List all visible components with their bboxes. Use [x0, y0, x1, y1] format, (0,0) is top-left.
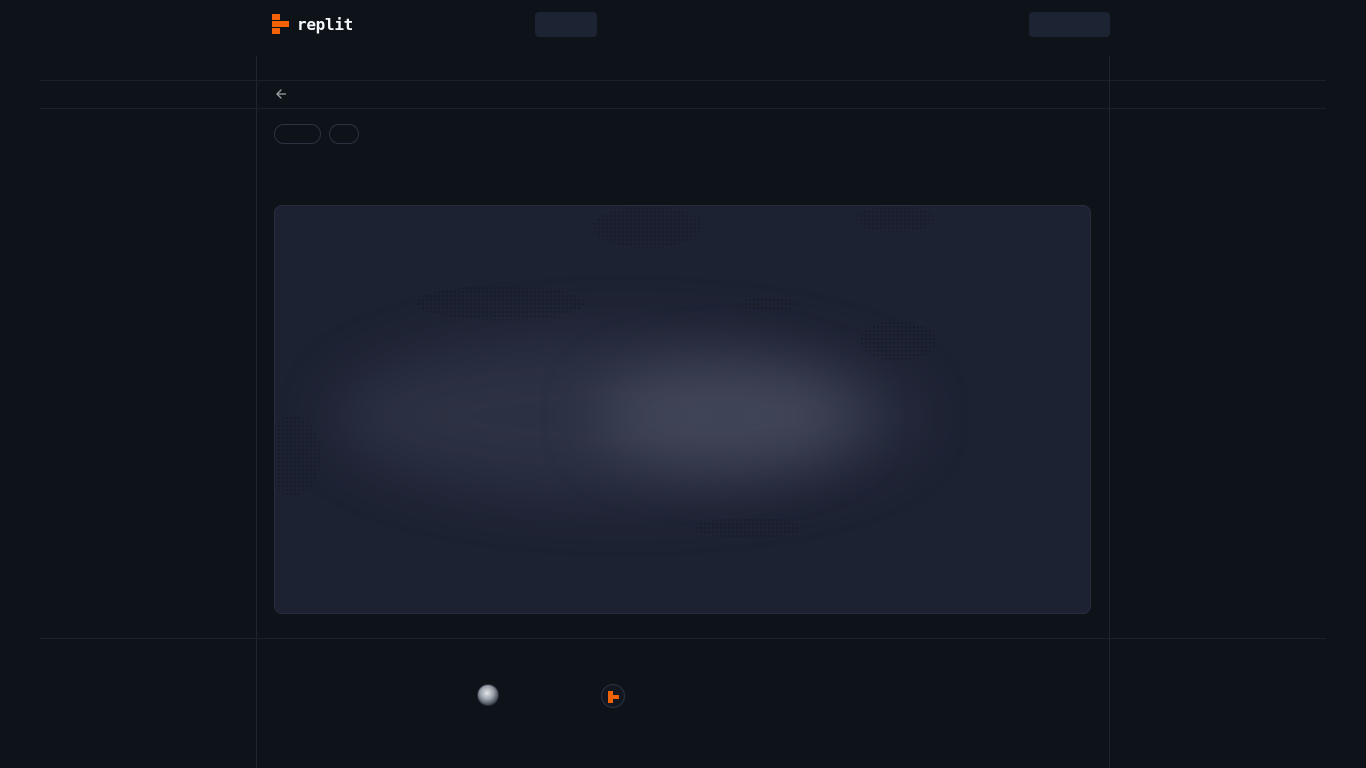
cover-pattern	[275, 416, 321, 496]
replit-logo-icon	[608, 691, 619, 703]
cover-glow	[595, 366, 855, 466]
grid-line-right	[1109, 56, 1110, 768]
arrow-left-icon	[276, 89, 287, 99]
grid-line-nav-bottom	[40, 108, 1326, 109]
tag-pill[interactable]	[329, 124, 359, 144]
cover-pattern	[860, 321, 936, 361]
cover-image	[274, 205, 1091, 614]
avatar-icon[interactable]	[477, 684, 499, 706]
cover-pattern	[695, 518, 801, 538]
cover-pattern	[417, 286, 585, 320]
grid-line-footer	[40, 638, 1326, 639]
replit-logo-icon	[272, 14, 290, 34]
nav-placeholder	[535, 12, 597, 37]
tag-pill[interactable]	[274, 124, 321, 144]
replit-logo-link[interactable]: replit	[272, 14, 353, 34]
cover-pattern	[593, 206, 703, 248]
cover-pattern	[740, 298, 800, 310]
back-button[interactable]	[273, 86, 289, 102]
brand-name: replit	[297, 14, 353, 34]
grid-line-left	[256, 56, 257, 768]
cover-pattern	[855, 206, 935, 232]
page: replit	[0, 0, 1366, 768]
header-action-placeholder	[1029, 12, 1110, 37]
replit-badge[interactable]	[601, 684, 625, 708]
grid-line-top	[40, 80, 1326, 81]
